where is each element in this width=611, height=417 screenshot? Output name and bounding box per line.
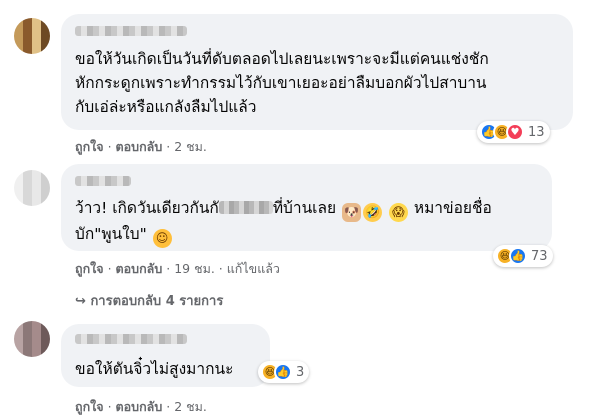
comment-text-part: หมาข่อยชื่อ xyxy=(413,199,492,217)
comment-line: หักกระดูกเพราะทำกรรมไว้กับเขาเยอะอย่าลืม… xyxy=(75,74,487,92)
reply-arrow-icon: ↪ xyxy=(75,294,86,309)
separator: · xyxy=(218,261,223,276)
commenter-avatar[interactable] xyxy=(14,321,50,357)
comment-text: ขอให้ตันจิ๋วไม่สูงมากนะ xyxy=(75,360,234,378)
comment-line: ขอให้วันเกิดเป็นวันที่ดับตลอดไปเลยนะเพรา… xyxy=(75,50,489,68)
reply-button[interactable]: ตอบกลับ xyxy=(116,139,163,154)
comment-text: ขอให้วันเกิดเป็นวันที่ดับตลอดไปเลยนะเพรา… xyxy=(75,47,489,119)
view-replies-link[interactable]: ↪ การตอบกลับ 4 รายการ xyxy=(75,290,223,311)
comment-line: กับเอ่ล่ะหรือแกลังลืมไปแล้ว xyxy=(75,98,257,116)
reaction-summary[interactable]: 👍 😆 ♥ 13 xyxy=(477,121,550,143)
screaming-emoji-icon: 😱 xyxy=(388,203,408,222)
blurred-text xyxy=(218,201,273,214)
comment-text-part: ที่บ้านเลย xyxy=(272,199,337,217)
commenter-name-blurred[interactable] xyxy=(75,26,187,36)
separator: · xyxy=(107,139,112,154)
like-icon: 👍 xyxy=(274,363,292,381)
commenter-avatar[interactable] xyxy=(14,18,50,54)
separator: · xyxy=(107,261,112,276)
reply-button[interactable]: ตอบกลับ xyxy=(116,399,163,414)
dog-emoji-icon: 🐶 xyxy=(342,203,361,222)
view-replies-label: การตอบกลับ 4 รายการ xyxy=(90,294,224,309)
comment-text-part: บัก"พูนใบ" xyxy=(75,225,147,243)
edited-label: แก้ไขแล้ว xyxy=(226,261,280,276)
smiling-emoji-icon: ☺ xyxy=(152,229,172,248)
like-button[interactable]: ถูกใจ xyxy=(75,139,104,154)
reaction-count: 3 xyxy=(296,364,305,380)
commenter-avatar[interactable] xyxy=(14,170,50,206)
reaction-summary[interactable]: 😆 👍 3 xyxy=(258,361,310,383)
rolling-laughing-emoji-icon: 🤣 xyxy=(363,203,382,222)
separator: · xyxy=(166,139,171,154)
like-button[interactable]: ถูกใจ xyxy=(75,261,104,276)
reaction-count: 73 xyxy=(531,248,548,264)
commenter-name-blurred[interactable] xyxy=(75,334,187,344)
timestamp[interactable]: 2 ชม. xyxy=(174,399,207,414)
reply-button[interactable]: ตอบกลับ xyxy=(116,261,163,276)
comment-actions: ถูกใจ · ตอบกลับ · 2 ชม. xyxy=(75,137,207,157)
timestamp[interactable]: 19 ชม. xyxy=(174,261,215,276)
separator: · xyxy=(107,399,112,414)
comment-actions: ถูกใจ · ตอบกลับ · 19 ชม. · แก้ไขแล้ว xyxy=(75,259,280,279)
love-icon: ♥ xyxy=(506,123,524,141)
comment-actions: ถูกใจ · ตอบกลับ · 2 ชม. xyxy=(75,397,207,417)
timestamp[interactable]: 2 ชม. xyxy=(174,139,207,154)
separator: · xyxy=(166,399,171,414)
reaction-summary[interactable]: 😆 👍 73 xyxy=(493,245,553,267)
separator: · xyxy=(166,261,171,276)
commenter-name-blurred[interactable] xyxy=(75,176,131,186)
like-button[interactable]: ถูกใจ xyxy=(75,399,104,414)
comment-text: ว้าว! เกิดวันเดียวกันกั ที่บ้านเลย 🐶 🤣 😱 ห… xyxy=(75,196,492,248)
comment-text-part: ว้าว! เกิดวันเดียวกันกั xyxy=(75,199,219,217)
like-icon: 👍 xyxy=(509,247,527,265)
reaction-count: 13 xyxy=(528,124,545,140)
